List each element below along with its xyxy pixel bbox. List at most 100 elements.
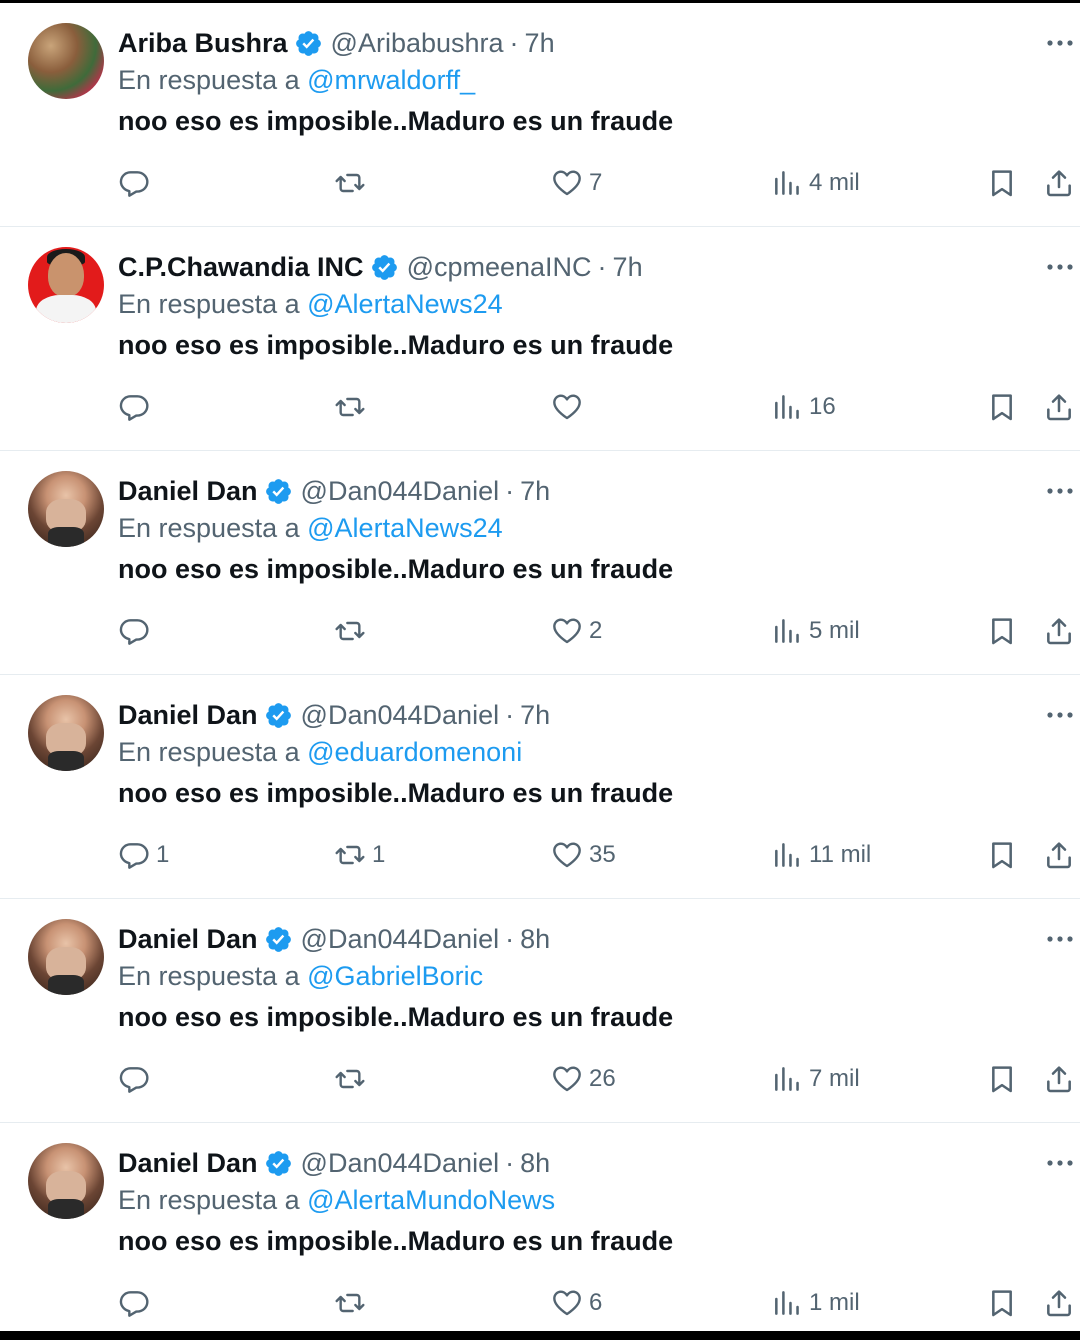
avatar-person[interactable] — [28, 919, 104, 995]
bookmark-button[interactable] — [986, 611, 1018, 651]
like-button[interactable]: 35 — [551, 835, 616, 875]
more-options-icon[interactable] — [1044, 257, 1076, 277]
share-icon — [1047, 842, 1071, 869]
share-button[interactable] — [1043, 1059, 1075, 1099]
bookmark-icon — [992, 842, 1012, 869]
avatar-person[interactable] — [28, 1143, 104, 1219]
retweet-button[interactable] — [334, 1283, 372, 1323]
author-name[interactable]: Daniel Dan — [118, 924, 258, 955]
reply-button[interactable] — [118, 163, 156, 203]
share-button[interactable] — [1043, 611, 1075, 651]
author-name[interactable]: Daniel Dan — [118, 700, 258, 731]
heart-icon — [553, 1290, 581, 1316]
more-options-icon[interactable] — [1044, 33, 1076, 53]
like-button[interactable]: 6 — [551, 1283, 602, 1323]
tweet[interactable]: Daniel Dan @Dan044Daniel · 8h En respues… — [0, 899, 1080, 1123]
reply-to-link[interactable]: @AlertaNews24 — [307, 513, 503, 543]
bookmark-button[interactable] — [986, 387, 1018, 427]
tweet[interactable]: C.P.Chawandia INC @cpmeenaINC · 7h En re… — [0, 227, 1080, 451]
bookmark-button[interactable] — [986, 1059, 1018, 1099]
avatar-person[interactable] — [28, 695, 104, 771]
share-button[interactable] — [1043, 387, 1075, 427]
more-options-icon[interactable] — [1044, 705, 1076, 725]
reply-prefix: En respuesta a — [118, 737, 300, 767]
tweet[interactable]: Daniel Dan @Dan044Daniel · 7h En respues… — [0, 675, 1080, 899]
reply-prefix: En respuesta a — [118, 1185, 300, 1215]
like-button[interactable]: 26 — [551, 1059, 616, 1099]
views-button[interactable]: 16 — [771, 387, 836, 427]
share-icon — [1047, 618, 1071, 645]
author-name[interactable]: C.P.Chawandia INC — [118, 252, 364, 283]
views-button[interactable]: 1 mil — [771, 1283, 860, 1323]
reply-button[interactable] — [118, 1059, 156, 1099]
retweet-button[interactable] — [334, 1059, 372, 1099]
more-options-icon[interactable] — [1044, 929, 1076, 949]
more-options-icon[interactable] — [1044, 1153, 1076, 1173]
retweet-button[interactable] — [334, 611, 372, 651]
tweet-text: noo eso es imposible..Maduro es un fraud… — [118, 330, 674, 360]
like-button[interactable]: 7 — [551, 163, 602, 203]
avatar-face — [48, 253, 84, 297]
reply-button[interactable] — [118, 1283, 156, 1323]
avatar-shirt — [36, 295, 96, 323]
author-handle[interactable]: @Dan044Daniel — [301, 924, 500, 955]
avatar-colorful[interactable] — [28, 23, 104, 99]
like-button[interactable]: 2 — [551, 611, 602, 651]
reply-to-link[interactable]: @AlertaMundoNews — [307, 1185, 555, 1215]
reply-button[interactable] — [118, 387, 156, 427]
reply-to-link[interactable]: @GabrielBoric — [307, 961, 483, 991]
avatar-red[interactable] — [28, 247, 104, 323]
reply-context: En respuesta a @mrwaldorff_ — [118, 65, 475, 96]
author-handle[interactable]: @Dan044Daniel — [301, 1148, 500, 1179]
author-name[interactable]: Daniel Dan — [118, 476, 258, 507]
reply-to-link[interactable]: @mrwaldorff_ — [307, 65, 475, 95]
views-button[interactable]: 7 mil — [771, 1059, 860, 1099]
retweet-button[interactable] — [334, 387, 372, 427]
tweet[interactable]: Daniel Dan @Dan044Daniel · 8h En respues… — [0, 1123, 1080, 1340]
like-count: 26 — [589, 1065, 616, 1092]
reply-context: En respuesta a @eduardomenoni — [118, 737, 522, 768]
views-button[interactable]: 11 mil — [771, 835, 871, 875]
share-button[interactable] — [1043, 835, 1075, 875]
reply-to-link[interactable]: @AlertaNews24 — [307, 289, 503, 319]
bookmark-button[interactable] — [986, 1283, 1018, 1323]
retweet-icon — [335, 845, 365, 865]
retweet-icon — [335, 621, 365, 641]
verified-badge-icon — [371, 254, 397, 280]
verified-badge-icon — [265, 926, 291, 952]
timestamp[interactable]: 8h — [520, 1148, 550, 1179]
author-name[interactable]: Ariba Bushra — [118, 28, 288, 59]
timestamp[interactable]: 7h — [525, 28, 555, 59]
timestamp[interactable]: 8h — [520, 924, 550, 955]
avatar-legs — [48, 975, 84, 995]
separator-dot: · — [509, 27, 519, 58]
author-name[interactable]: Daniel Dan — [118, 1148, 258, 1179]
view-count: 4 mil — [809, 169, 860, 196]
timestamp[interactable]: 7h — [520, 476, 550, 507]
reply-button[interactable] — [118, 611, 156, 651]
timestamp[interactable]: 7h — [520, 700, 550, 731]
author-handle[interactable]: @Aribabushra — [331, 28, 504, 59]
views-button[interactable]: 5 mil — [771, 611, 860, 651]
more-options-icon[interactable] — [1044, 481, 1076, 501]
avatar-person[interactable] — [28, 471, 104, 547]
verified-badge-icon — [265, 1150, 291, 1176]
like-button[interactable] — [551, 387, 589, 427]
bookmark-button[interactable] — [986, 835, 1018, 875]
tweet[interactable]: Daniel Dan @Dan044Daniel · 7h En respues… — [0, 451, 1080, 675]
author-handle[interactable]: @Dan044Daniel — [301, 476, 500, 507]
reply-context: En respuesta a @AlertaMundoNews — [118, 1185, 555, 1216]
reply-to-link[interactable]: @eduardomenoni — [307, 737, 522, 767]
bookmark-button[interactable] — [986, 163, 1018, 203]
author-handle[interactable]: @Dan044Daniel — [301, 700, 500, 731]
retweet-button[interactable] — [334, 163, 372, 203]
reply-button[interactable]: 1 — [118, 835, 169, 875]
share-button[interactable] — [1043, 163, 1075, 203]
action-bar: 6 1 mil — [0, 1283, 1080, 1323]
author-handle[interactable]: @cpmeenaINC — [407, 252, 592, 283]
views-button[interactable]: 4 mil — [771, 163, 860, 203]
retweet-button[interactable]: 1 — [334, 835, 385, 875]
tweet[interactable]: Ariba Bushra @Aribabushra · 7h En respue… — [0, 3, 1080, 227]
timestamp[interactable]: 7h — [613, 252, 643, 283]
share-button[interactable] — [1043, 1283, 1075, 1323]
